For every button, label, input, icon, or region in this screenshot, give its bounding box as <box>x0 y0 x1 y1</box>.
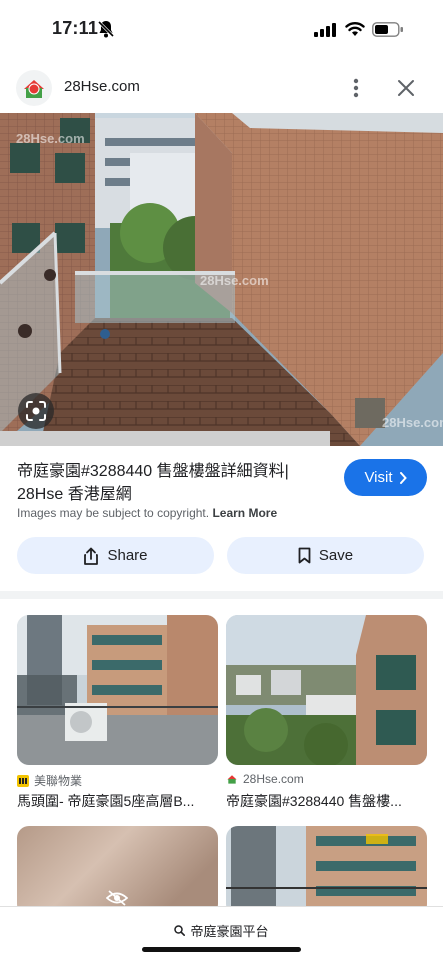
battery-icon <box>372 22 403 37</box>
copyright-notice: Images may be subject to copyright. Lear… <box>17 506 277 520</box>
copyright-text: Images may be subject to copyright. <box>17 506 210 520</box>
related-source: 28Hse.com <box>226 772 304 786</box>
chevron-right-icon <box>399 471 407 484</box>
related-thumbnail-blurred[interactable] <box>17 826 218 916</box>
house-logo-icon <box>227 775 237 784</box>
search-query[interactable]: 帝庭豪園平台 <box>0 921 443 940</box>
status-bar: 17:11 <box>0 0 443 60</box>
close-icon[interactable] <box>396 78 416 98</box>
home-indicator[interactable] <box>142 947 301 952</box>
lens-icon <box>26 401 46 421</box>
source-header: 28Hse.com <box>0 64 443 112</box>
cellular-signal-icon <box>314 23 336 37</box>
learn-more-link[interactable]: Learn More <box>212 506 277 520</box>
house-logo-icon <box>24 80 44 98</box>
visit-button[interactable]: Visit <box>344 459 427 496</box>
visit-label: Visit <box>364 469 393 486</box>
watermark-text: 28Hse.com <box>200 273 269 288</box>
related-title[interactable]: 帝庭豪園#3288440 售盤樓... <box>226 791 402 811</box>
site-name[interactable]: 28Hse.com <box>64 78 140 95</box>
bookmark-icon <box>298 547 311 564</box>
watermark-text: 28Hse.com <box>382 415 443 430</box>
hidden-eye-icon <box>106 890 128 906</box>
wifi-icon <box>345 22 365 36</box>
more-vert-icon[interactable] <box>348 76 364 100</box>
share-label: Share <box>107 547 148 564</box>
save-label: Save <box>318 547 354 564</box>
related-photo <box>17 615 218 765</box>
balcony-photo: 28Hse.com 28Hse.com 28Hse.com <box>0 113 443 446</box>
related-source-name: 28Hse.com <box>243 772 304 786</box>
lens-search-button[interactable] <box>18 393 54 429</box>
related-thumbnail[interactable] <box>226 615 427 765</box>
watermark-text: 28Hse.com <box>16 131 85 146</box>
bottom-search-bar[interactable]: 帝庭豪園平台 <box>0 906 443 961</box>
result-title[interactable]: 帝庭豪園#3288440 售盤樓盤詳細資料| 28Hse 香港屋網 <box>17 460 327 506</box>
related-title[interactable]: 馬頭圍- 帝庭豪園5座高層B... <box>17 791 194 811</box>
search-query-text: 帝庭豪園平台 <box>190 924 269 939</box>
status-time: 17:11 <box>52 18 99 38</box>
related-thumbnail[interactable] <box>226 826 427 916</box>
section-divider <box>0 591 443 599</box>
related-thumbnail[interactable] <box>17 615 218 765</box>
main-image[interactable]: 28Hse.com 28Hse.com 28Hse.com <box>0 113 443 446</box>
related-photo <box>226 615 427 765</box>
midland-logo-icon <box>17 774 29 787</box>
related-source: 美聯物業 <box>17 772 82 789</box>
share-button[interactable]: Share <box>17 537 214 574</box>
search-icon <box>174 925 186 936</box>
save-button[interactable]: Save <box>227 537 424 574</box>
related-source-name: 美聯物業 <box>34 774 83 788</box>
bell-muted-icon <box>98 20 114 38</box>
related-photo <box>226 826 427 916</box>
share-icon <box>84 547 99 565</box>
site-favicon[interactable] <box>16 70 52 106</box>
